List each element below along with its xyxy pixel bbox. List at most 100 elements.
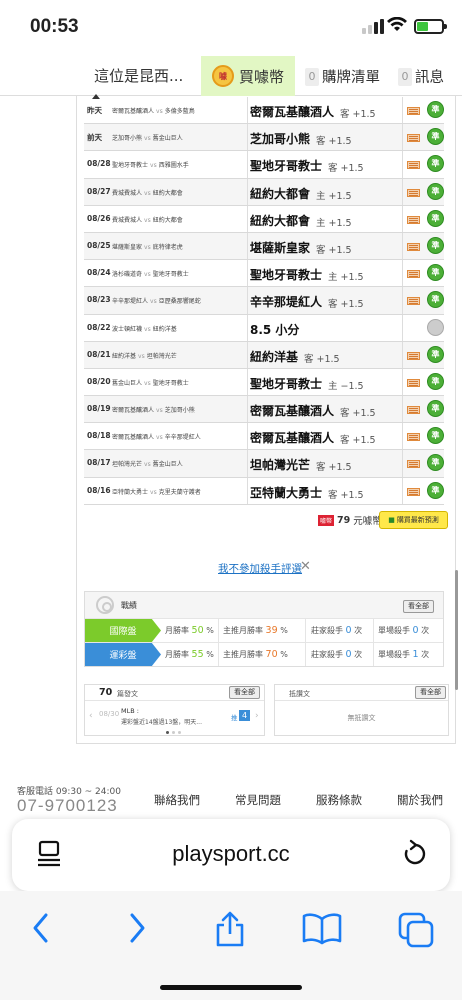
matchup[interactable]: 亞特蘭大勇士 vs 克里夫蘭守護者 xyxy=(112,487,201,496)
post-text[interactable]: 運彩盤近14盤過13盤，明天... xyxy=(121,717,202,726)
analysis-icon[interactable] xyxy=(407,270,420,279)
vs-label: vs xyxy=(150,298,157,306)
address-bar[interactable]: playsport.cc xyxy=(12,819,450,891)
matchup[interactable]: 密爾瓦基釀酒人 vs 多倫多藍鳥 xyxy=(112,106,195,115)
cart-button[interactable]: 0 購牌清單 xyxy=(305,66,380,87)
matchup[interactable]: 芝加哥小熊 vs 舊金山巨人 xyxy=(112,133,183,142)
result-icon: 準 xyxy=(427,345,444,363)
analysis-icon[interactable] xyxy=(407,134,420,143)
matchup[interactable]: 密爾瓦基釀酒人 vs 芝加哥小熊 xyxy=(112,405,195,414)
record-row-label[interactable]: 國際盤 xyxy=(85,619,161,642)
posts-label: 篇發文 xyxy=(117,690,138,698)
matchup[interactable]: 費城費城人 vs 紐約大都會 xyxy=(112,215,183,224)
matchup[interactable]: 費城費城人 vs 紐約大都會 xyxy=(112,188,183,197)
pick-date: 08/22 xyxy=(87,322,111,332)
url-text[interactable]: playsport.cc xyxy=(12,841,450,867)
pick-row[interactable]: 08/25 堪薩斯皇家 vs 底特律老虎 堪薩斯皇家客 +1.5 準 xyxy=(84,232,444,261)
analysis-icon[interactable] xyxy=(407,188,420,197)
vs-label: vs xyxy=(156,434,163,442)
away-team: 密爾瓦基釀酒人 xyxy=(112,434,155,442)
prev-arrow-icon[interactable]: ‹ xyxy=(89,711,93,721)
close-icon[interactable]: ✕ xyxy=(300,559,311,574)
matchup[interactable]: 舊金山巨人 vs 聖地牙哥教士 xyxy=(112,378,189,387)
result-icon: 準 xyxy=(427,209,444,227)
analysis-icon[interactable] xyxy=(407,487,420,496)
phone-number[interactable]: 07-9700123 xyxy=(17,796,118,816)
pick-side: 主 −1.5 xyxy=(328,380,364,392)
analysis-icon[interactable] xyxy=(407,433,420,442)
status-bar: 00:53 xyxy=(0,0,462,56)
no-join-link[interactable]: 我不參加殺手評選 xyxy=(218,561,302,576)
pick-date: 08/23 xyxy=(87,295,111,305)
pick-row[interactable]: 08/18 密爾瓦基釀酒人 vs 辛辛那堤紅人 密爾瓦基釀酒人客 +1.5 準 xyxy=(84,423,444,451)
price-display: 噱幣 79 元噱幣 xyxy=(318,513,382,527)
buy-prediction-button[interactable]: ■ 購買最新預測 xyxy=(379,511,448,529)
home-win-rate: 主推月勝率 70 % xyxy=(223,649,288,660)
home-indicator xyxy=(160,985,302,990)
forward-icon[interactable] xyxy=(126,911,148,945)
pick-row[interactable]: 08/24 洛杉磯道奇 vs 聖地牙哥教士 聖地牙哥教士主 +1.5 準 xyxy=(84,260,444,288)
footer-link-faq[interactable]: 常見問題 xyxy=(235,792,281,808)
pick-row[interactable]: 08/23 辛辛那堤紅人 vs 亞歷桑那響尾蛇 辛辛那堤紅人客 +1.5 準 xyxy=(84,287,444,315)
matchup[interactable]: 密爾瓦基釀酒人 vs 辛辛那堤紅人 xyxy=(112,432,201,441)
matchup[interactable]: 洛杉磯道奇 vs 聖地牙哥教士 xyxy=(112,269,189,278)
matchup[interactable]: 紐約洋基 vs 坦帕灣光芒 xyxy=(112,351,177,360)
banker-killer: 莊家殺手 0 次 xyxy=(311,649,363,660)
analysis-icon[interactable] xyxy=(407,297,420,306)
tabs-icon[interactable] xyxy=(397,911,435,949)
buy-coins-button[interactable]: 噱 買噱幣 xyxy=(201,56,295,96)
bookmarks-icon[interactable] xyxy=(301,911,343,945)
vs-label: vs xyxy=(144,379,151,387)
pick-row[interactable]: 08/22 波士頓紅襪 vs 紐約洋基 8.5 小分 xyxy=(84,314,444,342)
result-icon: 準 xyxy=(427,264,444,282)
battery-icon xyxy=(414,19,447,34)
footer-link-about[interactable]: 關於我們 xyxy=(397,792,443,808)
next-arrow-icon[interactable]: › xyxy=(255,711,259,721)
pick-row[interactable]: 08/26 費城費城人 vs 紐約大都會 紐約大都會主 +1.5 準 xyxy=(84,205,444,233)
messages-button[interactable]: 0 訊息 xyxy=(398,66,444,87)
analysis-icon[interactable] xyxy=(407,406,420,415)
away-team: 舊金山巨人 xyxy=(112,379,143,387)
pick-date: 08/28 xyxy=(87,159,111,169)
footer-link-contact[interactable]: 聯絡我們 xyxy=(154,792,200,808)
reload-icon[interactable] xyxy=(402,839,428,869)
pick-row[interactable]: 08/19 密爾瓦基釀酒人 vs 芝加哥小熊 密爾瓦基釀酒人客 +1.5 準 xyxy=(84,396,444,424)
pick-row[interactable]: 08/16 亞特蘭大勇士 vs 克里夫蘭守護者 亞特蘭大勇士客 +1.5 準 xyxy=(84,477,444,505)
footer-link-terms[interactable]: 服務條款 xyxy=(316,792,362,808)
away-team: 波士頓紅襪 xyxy=(112,325,143,333)
analysis-icon[interactable] xyxy=(407,378,420,387)
matchup[interactable]: 坦帕灣光芒 vs 舊金山巨人 xyxy=(112,459,183,468)
back-icon[interactable] xyxy=(30,911,52,945)
analysis-icon[interactable] xyxy=(407,351,420,360)
matchup[interactable]: 聖地牙哥教士 vs 西雅圖水手 xyxy=(112,160,189,169)
analysis-icon[interactable] xyxy=(407,460,420,469)
pick-row[interactable]: 08/17 坦帕灣光芒 vs 舊金山巨人 坦帕灣光芒客 +1.5 準 xyxy=(84,450,444,478)
analysis-icon[interactable] xyxy=(407,161,420,170)
pick-row[interactable]: 08/20 舊金山巨人 vs 聖地牙哥教士 聖地牙哥教士主 −1.5 準 xyxy=(84,368,444,397)
scrollbar[interactable] xyxy=(455,570,458,690)
price-value: 79 xyxy=(337,514,351,526)
pick-row[interactable]: 前天 芝加哥小熊 vs 舊金山巨人 芝加哥小熊客 +1.5 準 xyxy=(84,124,444,152)
share-icon[interactable] xyxy=(212,911,248,947)
matchup[interactable]: 堪薩斯皇家 vs 底特律老虎 xyxy=(112,242,183,251)
vs-label: vs xyxy=(156,108,163,115)
posts-view-all-button[interactable]: 看全部 xyxy=(229,686,260,699)
pick-row[interactable]: 08/21 紐約洋基 vs 坦帕灣光芒 紐約洋基客 +1.5 準 xyxy=(84,341,444,369)
vs-label: vs xyxy=(150,488,157,496)
analysis-icon[interactable] xyxy=(407,242,420,251)
record-view-all-button[interactable]: 看全部 xyxy=(403,600,434,613)
record-row: 國際盤 月勝率 50 % 主推月勝率 39 % 莊家殺手 0 次 單場殺手 0 次 xyxy=(85,618,443,642)
site-title[interactable]: 這位是昆西... xyxy=(94,65,183,86)
single-killer: 單場殺手 0 次 xyxy=(378,625,430,636)
pick-row[interactable]: 08/27 費城費城人 vs 紐約大都會 紐約大都會主 +1.5 準 xyxy=(84,178,444,206)
record-row-label[interactable]: 運彩盤 xyxy=(85,643,161,666)
analysis-icon[interactable] xyxy=(407,215,420,224)
replies-view-all-button[interactable]: 看全部 xyxy=(415,686,446,699)
pick-row[interactable]: 昨天 密爾瓦基釀酒人 vs 多倫多藍鳥 密爾瓦基釀酒人客 +1.5 準 xyxy=(84,97,444,125)
matchup[interactable]: 辛辛那堤紅人 vs 亞歷桑那響尾蛇 xyxy=(112,296,201,305)
analysis-icon[interactable] xyxy=(407,107,420,115)
matchup[interactable]: 波士頓紅襪 vs 紐約洋基 xyxy=(112,324,177,333)
clock: 00:53 xyxy=(30,16,79,37)
pick-row[interactable]: 08/28 聖地牙哥教士 vs 西雅圖水手 聖地牙哥教士客 +1.5 準 xyxy=(84,151,444,179)
vs-label: vs xyxy=(144,271,151,279)
